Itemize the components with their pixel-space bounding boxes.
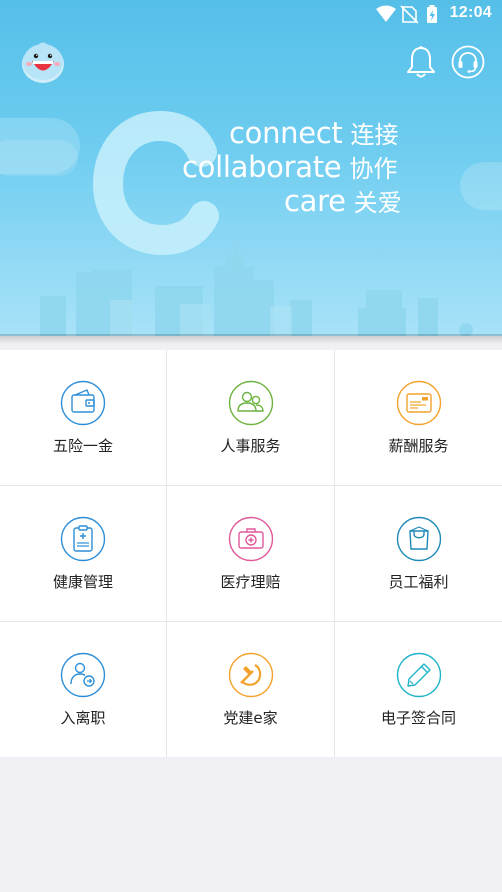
service-label: 电子签合同: [380, 709, 456, 727]
wallet-icon: [60, 380, 106, 426]
service-item-xinchou[interactable]: 薪酬服务: [335, 350, 502, 485]
slogan-line-1: connect 连接: [229, 115, 399, 150]
gift-bag-icon: [396, 516, 441, 562]
onboarding-person-icon: [60, 652, 106, 698]
service-item-jiankang[interactable]: 健康管理: [0, 486, 166, 621]
clipboard-health-icon: [60, 516, 106, 562]
battery-charging-icon: [427, 5, 437, 23]
wifi-icon: [376, 5, 396, 22]
hero-shadow: [0, 334, 502, 344]
payslip-card-icon: [396, 380, 441, 426]
cloud-decoration: [460, 162, 502, 210]
service-label: 五险一金: [52, 437, 113, 455]
service-label: 党建e家: [223, 709, 278, 727]
service-label: 员工福利: [388, 573, 449, 591]
slogan-line-2: collaborate 协作: [182, 149, 397, 184]
service-item-dangjian[interactable]: 党建e家: [167, 622, 334, 757]
slogan-en: connect: [229, 116, 343, 150]
service-label: 薪酬服务: [388, 437, 449, 455]
slogan-cn: 关爱: [353, 189, 402, 217]
mascot-avatar-icon[interactable]: [20, 40, 66, 84]
headset-icon[interactable]: [451, 45, 485, 79]
slogan-en: collaborate: [182, 150, 342, 184]
party-emblem-icon: [228, 652, 273, 698]
service-item-qianhetong[interactable]: 电子签合同: [335, 622, 502, 757]
slogan-line-3: care 关爱: [284, 183, 402, 218]
service-label: 人事服务: [220, 437, 281, 455]
service-grid: 五险一金 人事服务 薪酬服务 健康管理 医疗理赔 员工福利 入离职 党建e家 电…: [0, 350, 502, 757]
service-item-yiliao[interactable]: 医疗理赔: [167, 486, 334, 621]
slogan-cn: 协作: [349, 155, 398, 183]
pen-sign-icon: [396, 652, 441, 698]
slogan-en: care: [284, 184, 346, 218]
medical-kit-icon: [228, 516, 273, 562]
bell-icon[interactable]: [405, 45, 437, 79]
status-bar: 12:04: [0, 0, 502, 28]
service-item-renshi[interactable]: 人事服务: [167, 350, 334, 485]
people-icon: [228, 380, 273, 426]
service-item-wuxian[interactable]: 五险一金: [0, 350, 166, 485]
hero-banner: 12:04 connect 连接 collaborate 协作 care 关爱: [0, 0, 502, 336]
service-item-ruli[interactable]: 入离职: [0, 622, 166, 757]
city-skyline-illustration: [40, 240, 473, 336]
cloud-decoration: [0, 140, 78, 176]
service-label: 健康管理: [52, 573, 113, 591]
service-item-fuli[interactable]: 员工福利: [335, 486, 502, 621]
slogan-cn: 连接: [350, 121, 399, 149]
service-label: 医疗理赔: [220, 573, 281, 591]
no-sim-icon: [400, 5, 419, 24]
service-label: 入离职: [60, 709, 106, 727]
status-time: 12:04: [449, 4, 492, 21]
status-icons: [376, 5, 437, 24]
